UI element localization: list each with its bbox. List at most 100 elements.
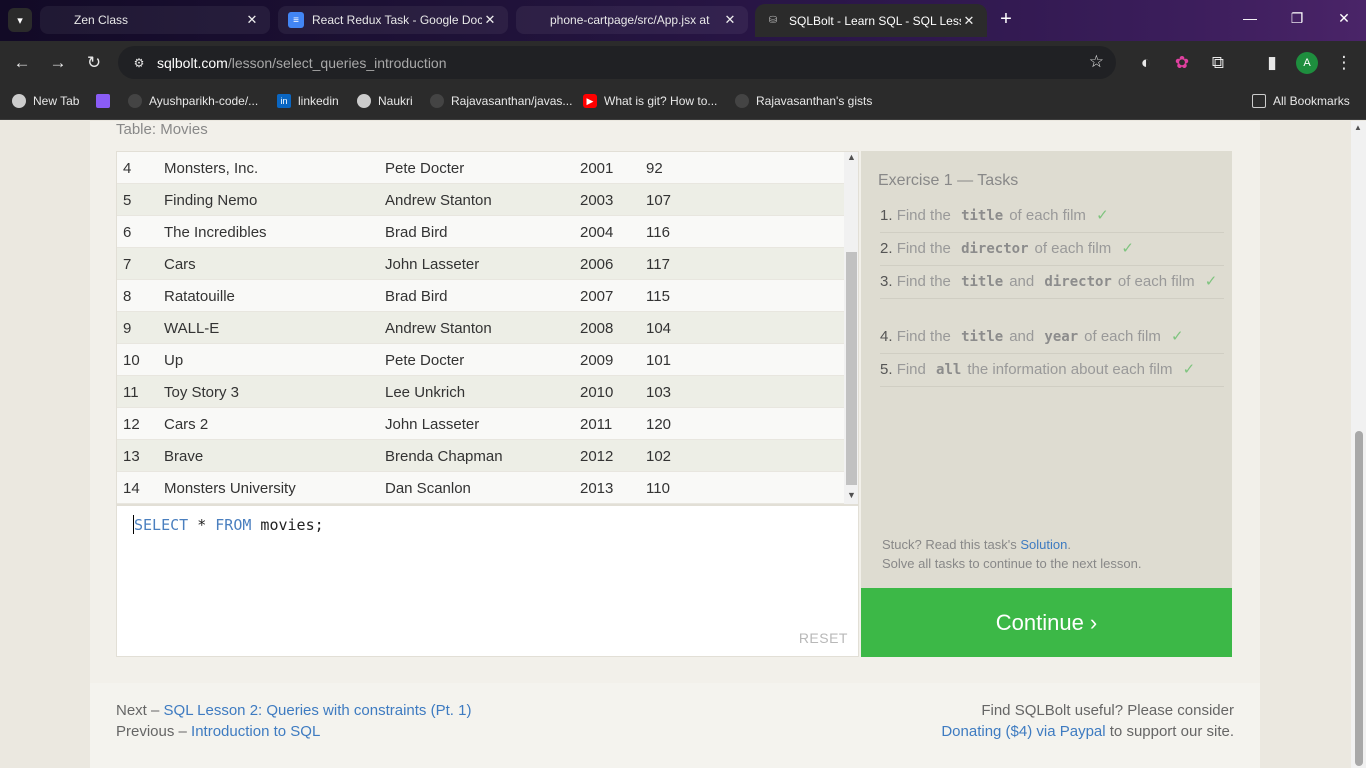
cell-year: 2004 bbox=[580, 224, 614, 241]
task-column: director bbox=[1044, 274, 1112, 290]
bookmark-what-is-git[interactable]: ▶ What is git? How to... bbox=[583, 92, 717, 110]
scroll-up-arrow-icon[interactable]: ▲ bbox=[847, 152, 856, 162]
cell-year: 2010 bbox=[580, 384, 614, 401]
checkmark-icon: ✓ bbox=[1121, 240, 1134, 257]
cell-year: 2001 bbox=[580, 160, 614, 177]
page-scroll-thumb[interactable] bbox=[1355, 431, 1363, 766]
task-number: 4. bbox=[880, 328, 893, 345]
task-text: and bbox=[1009, 328, 1035, 345]
donate-paypal-link[interactable]: Donating ($4) via Paypal bbox=[941, 723, 1105, 740]
cell-year: 2012 bbox=[580, 448, 614, 465]
next-lesson-link[interactable]: SQL Lesson 2: Queries with constraints (… bbox=[164, 702, 472, 719]
table-row: 11 Toy Story 3 Lee Unkrich 2010 103 bbox=[117, 376, 844, 408]
task-column: title bbox=[961, 208, 1004, 224]
tab-github-app[interactable]: phone-cartpage/src/App.jsx at ✕ bbox=[516, 6, 748, 34]
back-arrow-icon[interactable]: ← bbox=[10, 51, 34, 75]
tab-sqlbolt[interactable]: ⛁ SQLBolt - Learn SQL - SQL Lesso ✕ bbox=[755, 4, 987, 37]
continue-button[interactable]: Continue › bbox=[861, 588, 1232, 657]
table-row: 9 WALL-E Andrew Stanton 2008 104 bbox=[117, 312, 844, 344]
cell-length: 110 bbox=[646, 480, 670, 497]
github-icon bbox=[128, 94, 142, 108]
task-number: 5. bbox=[880, 361, 893, 378]
all-bookmarks[interactable]: All Bookmarks bbox=[1252, 92, 1350, 110]
solution-link[interactable]: Solution bbox=[1020, 537, 1067, 552]
table-scrollbar[interactable]: ▲ ▼ bbox=[844, 152, 858, 504]
cell-title: Ratatouille bbox=[164, 288, 235, 305]
stuck-help-text: Stuck? Read this task's Solution. Solve … bbox=[882, 537, 1142, 571]
bookmark-ayushparikh[interactable]: Ayushparikh-code/... bbox=[128, 92, 258, 110]
extensions-puzzle-icon[interactable]: ⧉ bbox=[1206, 51, 1230, 75]
side-panel-icon[interactable]: ▮ bbox=[1260, 51, 1284, 75]
cell-id: 14 bbox=[123, 480, 140, 497]
cell-title: Monsters, Inc. bbox=[164, 160, 259, 177]
color-extension-icon[interactable]: ✿ bbox=[1170, 51, 1194, 75]
close-tab-icon[interactable]: ✕ bbox=[244, 12, 260, 28]
extension-icon[interactable]: ◐ bbox=[1134, 51, 1158, 75]
bookmark-rajavasanthan-javas[interactable]: Rajavasanthan/javas... bbox=[430, 92, 572, 110]
close-tab-icon[interactable]: ✕ bbox=[961, 13, 977, 29]
task-item: 5. Find all the information about each fi… bbox=[880, 358, 1224, 387]
task-text: Find the bbox=[896, 328, 951, 345]
page-scroll-up-icon[interactable]: ▲ bbox=[1354, 123, 1362, 132]
page-scrollbar[interactable]: ▲ bbox=[1351, 121, 1366, 768]
cell-director: Brad Bird bbox=[385, 288, 448, 305]
task-item: 4. Find the title and year of each film ✓ bbox=[880, 325, 1224, 354]
task-column: title bbox=[961, 329, 1004, 345]
cell-director: Pete Docter bbox=[385, 352, 465, 369]
task-text: of each film bbox=[1084, 328, 1161, 345]
sql-editor[interactable]: SELECT * FROM movies; RESET bbox=[116, 505, 859, 657]
address-bar[interactable]: ⚙ sqlbolt.com/lesson/select_queries_intr… bbox=[118, 46, 1116, 79]
cell-director: Brenda Chapman bbox=[385, 448, 503, 465]
bookmark-new-tab[interactable]: New Tab bbox=[12, 92, 79, 110]
close-tab-icon[interactable]: ✕ bbox=[722, 12, 738, 28]
sql-query-text[interactable]: SELECT * FROM movies; bbox=[134, 516, 324, 534]
cell-id: 5 bbox=[123, 192, 132, 209]
cell-director: John Lasseter bbox=[385, 256, 480, 273]
reset-button[interactable]: RESET bbox=[799, 630, 848, 646]
profile-avatar[interactable]: A bbox=[1296, 52, 1318, 74]
table-scroll-thumb[interactable] bbox=[846, 252, 857, 485]
cell-director: Andrew Stanton bbox=[385, 192, 492, 209]
bookmark-naukri[interactable]: Naukri bbox=[357, 92, 413, 110]
table-row: 14 Monsters University Dan Scanlon 2013 110 bbox=[117, 472, 844, 504]
tab-search-button[interactable]: ▾ bbox=[8, 8, 32, 32]
cell-director: Lee Unkrich bbox=[385, 384, 466, 401]
task-column: year bbox=[1044, 329, 1079, 345]
previous-lesson-link[interactable]: Introduction to SQL bbox=[191, 723, 320, 740]
bookmark-linkedin[interactable]: in linkedin bbox=[277, 92, 339, 110]
cell-title: The Incredibles bbox=[164, 224, 267, 241]
table-row: 7 Cars John Lasseter 2006 117 bbox=[117, 248, 844, 280]
bookmarks-bar: New Tab Ayushparikh-code/... in linkedin … bbox=[0, 84, 1366, 120]
scroll-down-arrow-icon[interactable]: ▼ bbox=[847, 490, 856, 500]
task-text: Find the bbox=[896, 207, 951, 224]
close-tab-icon[interactable]: ✕ bbox=[482, 12, 498, 28]
cell-id: 11 bbox=[123, 384, 139, 401]
cell-title: Brave bbox=[164, 448, 204, 465]
cell-length: 104 bbox=[646, 320, 672, 337]
task-text: the information about each film bbox=[967, 361, 1173, 378]
site-info-icon[interactable]: ⚙ bbox=[130, 54, 148, 72]
bookmark-star-icon[interactable]: ☆ bbox=[1089, 52, 1104, 72]
reload-icon[interactable]: ↻ bbox=[82, 51, 106, 75]
cell-title: Cars bbox=[164, 256, 196, 273]
task-text: Find the bbox=[896, 240, 951, 257]
table-row: 8 Ratatouille Brad Bird 2007 115 bbox=[117, 280, 844, 312]
table-row: 6 The Incredibles Brad Bird 2004 116 bbox=[117, 216, 844, 248]
url-text[interactable]: sqlbolt.com/lesson/select_queries_introd… bbox=[157, 55, 447, 71]
new-tab-button[interactable]: + bbox=[994, 8, 1018, 32]
tab-strip: ▾ Zen Class ✕ ≡ React Redux Task - Googl… bbox=[0, 0, 1366, 41]
tab-google-doc[interactable]: ≡ React Redux Task - Google Doc ✕ bbox=[278, 6, 508, 34]
checkmark-icon: ✓ bbox=[1171, 328, 1184, 345]
bookmark-vite[interactable] bbox=[96, 92, 117, 110]
restore-icon[interactable]: ❐ bbox=[1287, 10, 1307, 27]
cell-length: 101 bbox=[646, 352, 672, 369]
google-docs-icon: ≡ bbox=[288, 12, 304, 28]
close-window-icon[interactable]: ✕ bbox=[1334, 10, 1354, 27]
forward-arrow-icon[interactable]: → bbox=[46, 51, 70, 75]
task-item: 2. Find the director of each film ✓ bbox=[880, 237, 1224, 266]
menu-kebab-icon[interactable]: ⋮ bbox=[1332, 51, 1356, 75]
github-icon bbox=[735, 94, 749, 108]
tab-zen-class[interactable]: Zen Class ✕ bbox=[40, 6, 270, 34]
minimize-icon[interactable]: — bbox=[1240, 10, 1260, 26]
bookmark-gists[interactable]: Rajavasanthan's gists bbox=[735, 92, 872, 110]
